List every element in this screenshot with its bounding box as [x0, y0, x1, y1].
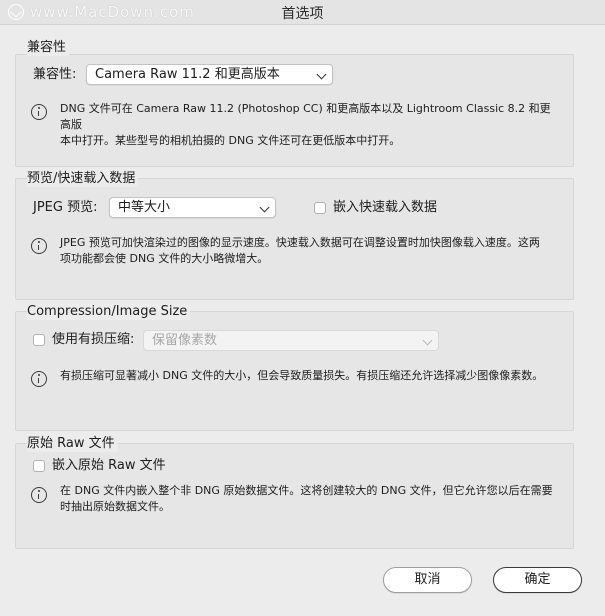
info-icon: [31, 487, 47, 503]
compatibility-select-value: Camera Raw 11.2 和更高版本: [95, 67, 280, 82]
jpeg-preview-select[interactable]: 中等大小: [109, 197, 276, 218]
info-icon: [31, 371, 47, 387]
chevron-down-icon: [259, 202, 270, 213]
preview-info-text: JPEG 预览可加快渲染过的图像的显示速度。快速载入数据可在调整设置时加快图像载…: [60, 235, 560, 267]
jpeg-preview-select-value: 中等大小: [118, 200, 171, 215]
embed-raw-label[interactable]: 嵌入原始 Raw 文件: [52, 457, 166, 475]
compatibility-info-line-2: 本中打开。某些型号的相机拍摄的 DNG 文件还可在更低版本中打开。: [60, 134, 401, 147]
preview-info-line-1: JPEG 预览可加快渲染过的图像的显示速度。快速载入数据可在调整设置时加快图像载…: [60, 236, 540, 249]
preview-info-line-2: 项功能都会使 DNG 文件的大小略微增大。: [60, 252, 269, 265]
title-bar[interactable]: www.MacDown.com 首选项: [0, 0, 605, 25]
preview-group-title: 预览/快速载入数据: [27, 171, 139, 187]
cancel-button[interactable]: 取消: [383, 567, 472, 593]
compression-info-text: 有损压缩可显著减小 DNG 文件的大小，但会导致质量损失。有损压缩还允许选择减少…: [60, 368, 560, 384]
lossy-compression-checkbox[interactable]: [33, 334, 45, 346]
chevron-down-icon: [422, 335, 433, 346]
ok-button[interactable]: 确定: [493, 567, 582, 593]
compatibility-label: 兼容性:: [33, 67, 77, 82]
compatibility-info-line-1: DNG 文件可在 Camera Raw 11.2 (Photoshop CC) …: [60, 102, 551, 131]
jpeg-preview-label: JPEG 预览:: [33, 200, 98, 215]
embed-fast-load-checkbox[interactable]: [314, 202, 326, 214]
compression-group-title: Compression/Image Size: [27, 304, 191, 320]
info-icon: [31, 238, 47, 254]
preferences-dialog: www.MacDown.com 首选项 兼容性 兼容性: Camera Raw …: [0, 0, 605, 616]
window-title: 首选项: [281, 6, 324, 22]
lossy-compression-label[interactable]: 使用有损压缩:: [52, 331, 134, 349]
compression-info-line-1: 有损压缩可显著减小 DNG 文件的大小，但会导致质量损失。有损压缩还允许选择减少…: [60, 369, 544, 382]
lossy-compression-select-value: 保留像素数: [152, 333, 218, 348]
raw-file-group-title: 原始 Raw 文件: [27, 436, 118, 452]
embed-raw-checkbox[interactable]: [33, 460, 45, 472]
info-icon: [31, 104, 47, 120]
compatibility-group-title: 兼容性: [27, 40, 70, 56]
compatibility-select[interactable]: Camera Raw 11.2 和更高版本: [86, 64, 333, 85]
embed-fast-load-label[interactable]: 嵌入快速载入数据: [333, 199, 437, 217]
raw-info-line-2: 时抽出原始数据文件。: [60, 500, 170, 513]
raw-info-line-1: 在 DNG 文件内嵌入整个非 DNG 原始数据文件。这将创建较大的 DNG 文件…: [60, 484, 553, 497]
compatibility-info-text: DNG 文件可在 Camera Raw 11.2 (Photoshop CC) …: [60, 101, 560, 149]
lossy-compression-select[interactable]: 保留像素数: [143, 330, 439, 351]
chevron-down-icon: [316, 69, 327, 80]
raw-info-text: 在 DNG 文件内嵌入整个非 DNG 原始数据文件。这将创建较大的 DNG 文件…: [60, 483, 560, 515]
